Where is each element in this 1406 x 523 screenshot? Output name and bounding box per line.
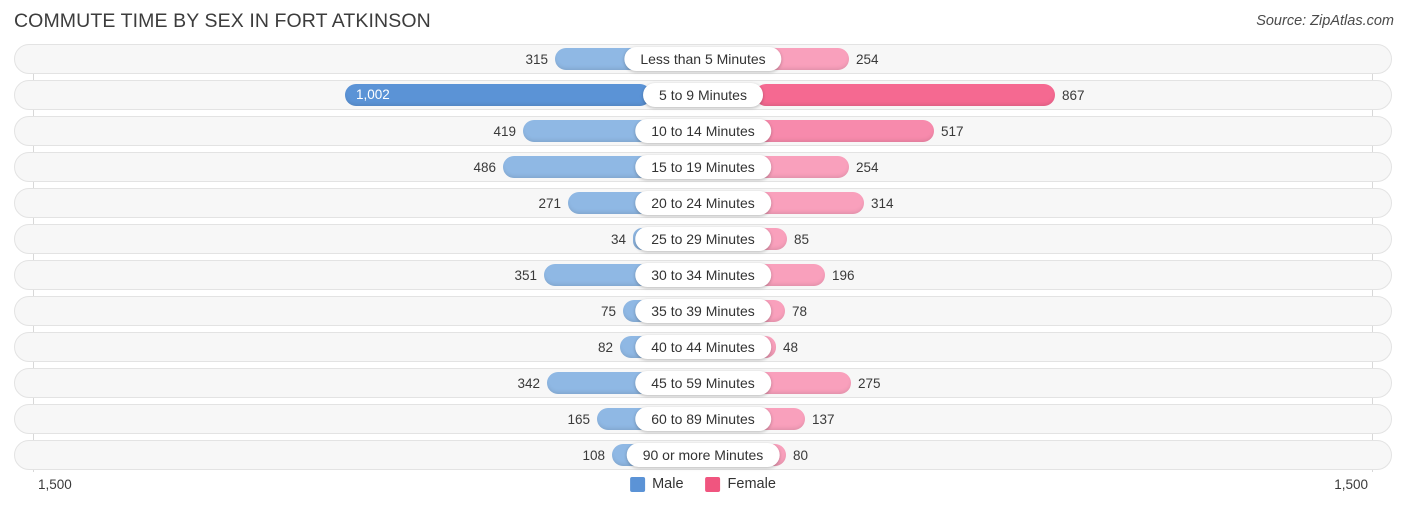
female-value-label: 137 xyxy=(812,411,835,427)
legend-swatch-icon xyxy=(630,476,646,492)
table-row: 165 137 60 to 89 Minutes xyxy=(14,404,1392,434)
female-half: 254 xyxy=(703,44,1392,74)
female-half: 867 xyxy=(703,80,1392,110)
table-row: 271 314 20 to 24 Minutes xyxy=(14,188,1392,218)
female-value-label: 78 xyxy=(792,303,808,319)
male-half: 82 xyxy=(14,332,703,362)
axis-min-label: 1,500 xyxy=(38,477,72,492)
chart-plot-area: 315 254 Less than 5 Minutes 1,002 867 5 to 9 … xyxy=(14,44,1392,472)
chart-footer: 1,500 Male Female 1,500 xyxy=(14,472,1392,506)
female-half: 80 xyxy=(703,440,1392,470)
female-half: 275 xyxy=(703,368,1392,398)
legend-swatch-icon xyxy=(705,476,721,492)
female-value-label: 48 xyxy=(783,339,799,355)
male-half: 1,002 xyxy=(14,80,703,110)
bar-rows: 315 254 Less than 5 Minutes 1,002 867 5 to 9 … xyxy=(14,44,1392,470)
female-half: 517 xyxy=(703,116,1392,146)
female-value-label: 314 xyxy=(871,195,894,211)
female-half: 48 xyxy=(703,332,1392,362)
male-half: 108 xyxy=(14,440,703,470)
female-value-label: 275 xyxy=(858,375,881,391)
male-bar[interactable]: 1,002 xyxy=(345,84,651,106)
table-row: 108 80 90 or more Minutes xyxy=(14,440,1392,470)
table-row: 34 85 25 to 29 Minutes xyxy=(14,224,1392,254)
category-label: 35 to 39 Minutes xyxy=(635,299,771,323)
legend-label: Male xyxy=(652,476,684,492)
table-row: 351 196 30 to 34 Minutes xyxy=(14,260,1392,290)
male-value-label: 34 xyxy=(610,231,626,247)
female-half: 85 xyxy=(703,224,1392,254)
male-half: 315 xyxy=(14,44,703,74)
table-row: 486 254 15 to 19 Minutes xyxy=(14,152,1392,182)
female-half: 78 xyxy=(703,296,1392,326)
male-half: 34 xyxy=(14,224,703,254)
category-label: Less than 5 Minutes xyxy=(624,47,782,71)
table-row: 1,002 867 5 to 9 Minutes xyxy=(14,80,1392,110)
table-row: 342 275 45 to 59 Minutes xyxy=(14,368,1392,398)
chart-header: COMMUTE TIME BY SEX IN FORT ATKINSON Sou… xyxy=(0,0,1406,44)
table-row: 315 254 Less than 5 Minutes xyxy=(14,44,1392,74)
male-half: 419 xyxy=(14,116,703,146)
female-value-label: 254 xyxy=(856,159,879,175)
male-half: 271 xyxy=(14,188,703,218)
category-label: 90 or more Minutes xyxy=(626,443,780,467)
legend-item[interactable]: Female xyxy=(705,476,776,492)
legend-item[interactable]: Male xyxy=(630,476,684,492)
male-value-label: 351 xyxy=(514,267,537,283)
female-value-label: 85 xyxy=(794,231,810,247)
category-label: 5 to 9 Minutes xyxy=(643,83,763,107)
male-value-label: 82 xyxy=(597,339,613,355)
category-label: 15 to 19 Minutes xyxy=(635,155,771,179)
male-half: 165 xyxy=(14,404,703,434)
male-value-label: 271 xyxy=(538,195,561,211)
male-value-label: 486 xyxy=(473,159,496,175)
female-half: 196 xyxy=(703,260,1392,290)
table-row: 75 78 35 to 39 Minutes xyxy=(14,296,1392,326)
female-half: 254 xyxy=(703,152,1392,182)
male-value-label: 75 xyxy=(600,303,616,319)
category-label: 40 to 44 Minutes xyxy=(635,335,771,359)
female-value-label: 517 xyxy=(941,123,964,139)
category-label: 45 to 59 Minutes xyxy=(635,371,771,395)
female-bar[interactable] xyxy=(755,120,934,142)
male-half: 486 xyxy=(14,152,703,182)
category-label: 20 to 24 Minutes xyxy=(635,191,771,215)
legend-label: Female xyxy=(727,476,776,492)
male-bar[interactable] xyxy=(503,156,651,178)
female-bar[interactable] xyxy=(755,192,864,214)
table-row: 82 48 40 to 44 Minutes xyxy=(14,332,1392,362)
female-bar[interactable] xyxy=(755,84,1055,106)
male-value-label: 342 xyxy=(517,375,540,391)
female-value-label: 254 xyxy=(856,51,879,67)
male-half: 351 xyxy=(14,260,703,290)
female-value-label: 80 xyxy=(793,447,809,463)
male-value-label: 419 xyxy=(493,123,516,139)
source-attribution: Source: ZipAtlas.com xyxy=(1256,13,1394,29)
category-label: 10 to 14 Minutes xyxy=(635,119,771,143)
male-half: 342 xyxy=(14,368,703,398)
category-label: 25 to 29 Minutes xyxy=(635,227,771,251)
male-value-label: 165 xyxy=(567,411,590,427)
female-value-label: 196 xyxy=(832,267,855,283)
male-value-label: 1,002 xyxy=(356,87,390,102)
female-half: 137 xyxy=(703,404,1392,434)
axis-max-label: 1,500 xyxy=(1334,477,1368,492)
female-half: 314 xyxy=(703,188,1392,218)
page-title: COMMUTE TIME BY SEX IN FORT ATKINSON xyxy=(14,10,431,32)
male-half: 75 xyxy=(14,296,703,326)
table-row: 419 517 10 to 14 Minutes xyxy=(14,116,1392,146)
male-value-label: 315 xyxy=(525,51,548,67)
female-value-label: 867 xyxy=(1062,87,1085,103)
male-value-label: 108 xyxy=(582,447,605,463)
category-label: 60 to 89 Minutes xyxy=(635,407,771,431)
chart-legend: Male Female xyxy=(630,476,776,492)
category-label: 30 to 34 Minutes xyxy=(635,263,771,287)
male-bar[interactable] xyxy=(523,120,651,142)
